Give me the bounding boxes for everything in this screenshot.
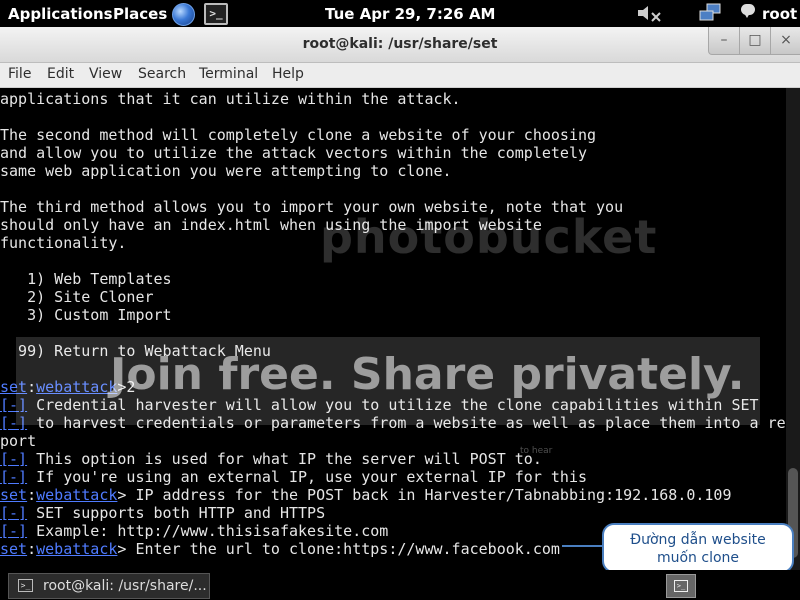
user-menu[interactable]: root (762, 5, 797, 23)
terminal-icon: >_ (674, 580, 688, 592)
window-titlebar[interactable]: root@kali: /usr/share/set – □ × (0, 27, 800, 63)
terminal-line: The second method will completely clone … (0, 126, 596, 144)
terminal-text: 1) Web Templates (0, 270, 172, 288)
terminal-line: and allow you to utilize the attack vect… (0, 144, 587, 162)
terminal-text: port (0, 432, 37, 450)
terminal-text: > IP address for the POST back in Harves… (117, 486, 732, 504)
terminal-line: [-] Example: http://www.thisisafakesite.… (0, 522, 388, 540)
clock[interactable]: Tue Apr 29, 7:26 AM (325, 5, 496, 23)
terminal-text: If you're using an external IP, use your… (27, 468, 588, 486)
terminal-prompt-token: [-] (0, 504, 28, 522)
terminal-line: set:webattack> IP address for the POST b… (0, 486, 732, 504)
places-menu[interactable]: Places (113, 5, 167, 23)
terminal-icon[interactable]: >_ (204, 3, 228, 25)
callout-pointer (562, 545, 606, 547)
callout-line-1: Đường dẫn website (630, 532, 766, 548)
terminal-text: same web application you were attempting… (0, 162, 452, 180)
terminal-output[interactable]: applications that it can utilize within … (0, 88, 786, 570)
terminal-line: [-] This option is used for what IP the … (0, 450, 542, 468)
terminal-line: applications that it can utilize within … (0, 90, 461, 108)
terminal-line: 3) Custom Import (0, 306, 172, 324)
menu-terminal[interactable]: Terminal (199, 66, 258, 82)
terminal-text: This option is used for what IP the serv… (27, 450, 542, 468)
chat-icon[interactable] (741, 4, 755, 18)
menubar: File Edit View Search Terminal Help (0, 63, 800, 88)
terminal-line: 1) Web Templates (0, 270, 172, 288)
menu-help[interactable]: Help (272, 66, 304, 82)
terminal-line: port (0, 432, 36, 450)
terminal-line: set:webattack> Enter the url to clone:ht… (0, 540, 560, 558)
terminal-text: > Enter the url to clone:https://www.fac… (117, 540, 560, 558)
taskbar-window-label: root@kali: /usr/share/... (43, 578, 207, 594)
terminal-icon: >_ (18, 579, 33, 592)
volume-muted-icon[interactable] (636, 3, 662, 23)
taskbar-window-button[interactable]: >_ root@kali: /usr/share/... (8, 573, 210, 599)
terminal-line: [-] SET supports both HTTP and HTTPS (0, 504, 325, 522)
terminal-text: functionality. (0, 234, 127, 252)
menu-file[interactable]: File (8, 66, 31, 82)
terminal-text: applications that it can utilize within … (0, 90, 461, 108)
terminal-line: same web application you were attempting… (0, 162, 452, 180)
globe-icon[interactable] (172, 3, 195, 26)
callout-annotation: Đường dẫn website muốn clone (602, 523, 794, 573)
terminal-line: functionality. (0, 234, 126, 252)
terminal-text: : (27, 486, 37, 504)
terminal-line: 2) Site Cloner (0, 288, 154, 306)
applications-menu[interactable]: Applications (8, 5, 113, 23)
menu-search[interactable]: Search (138, 66, 186, 82)
terminal-prompt-token: set (0, 486, 28, 504)
terminal-text: 3) Custom Import (0, 306, 172, 324)
terminal-text: The second method will completely clone … (0, 126, 597, 144)
network-icon[interactable] (698, 3, 722, 23)
watermark-brand: photobucket (320, 210, 658, 264)
terminal-prompt-token: [-] (0, 450, 28, 468)
bottom-taskbar: >_ root@kali: /usr/share/... >_ (0, 570, 800, 600)
terminal-prompt-token: webattack (36, 486, 118, 504)
terminal-prompt-token: [-] (0, 468, 28, 486)
terminal-text: Example: http://www.thisisafakesite.com (27, 522, 389, 540)
callout-line-2: muốn clone (656, 550, 740, 566)
terminal-text: 2) Site Cloner (0, 288, 154, 306)
top-panel: Applications Places >_ Tue Apr 29, 7:26 … (0, 0, 800, 27)
terminal-scrollbar[interactable] (786, 88, 800, 570)
terminal-prompt-token: [-] (0, 522, 28, 540)
terminal-prompt-token: webattack (36, 540, 118, 558)
terminal-text: and allow you to utilize the attack vect… (0, 144, 587, 162)
watermark-hint: to hear (520, 446, 553, 456)
terminal-prompt-token: set (0, 540, 28, 558)
maximize-button[interactable]: □ (739, 27, 771, 55)
close-button[interactable]: × (770, 27, 800, 55)
terminal-line: [-] If you're using an external IP, use … (0, 468, 587, 486)
window-title: root@kali: /usr/share/set (302, 36, 498, 52)
menu-view[interactable]: View (89, 66, 122, 82)
menu-edit[interactable]: Edit (47, 66, 74, 82)
terminal-text: : (27, 540, 37, 558)
minimize-button[interactable]: – (708, 27, 740, 55)
terminal-text: SET supports both HTTP and HTTPS (27, 504, 326, 522)
watermark-tagline: Join free. Share privately. (110, 349, 745, 400)
workspace-switcher[interactable]: >_ (666, 574, 696, 598)
